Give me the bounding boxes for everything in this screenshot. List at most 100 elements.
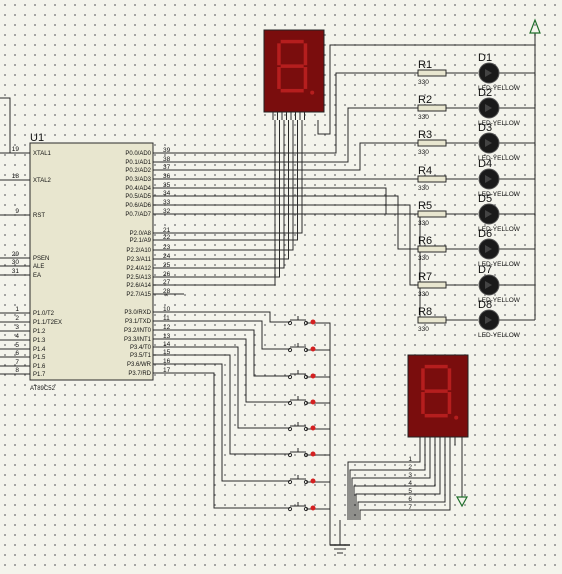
mcu-ref: U1 (30, 132, 44, 144)
display-bottom-pin-number: 2 (408, 464, 412, 471)
display-bottom-segment (447, 368, 452, 391)
mcu-pin-number: 32 (163, 208, 171, 215)
resistor-value: 330 (418, 326, 429, 333)
display-bottom-pin-number: 1 (408, 456, 412, 463)
display-top-segment (277, 67, 281, 89)
led-ref: D1 (478, 52, 492, 64)
mcu-pin-number: 14 (163, 341, 171, 348)
mcu-pin-name: P1.5 (33, 355, 46, 361)
resistor-value: 330 (418, 79, 429, 86)
switch-to-ground-wire (306, 322, 340, 546)
led-ref: D8 (478, 299, 492, 311)
display-bottom-pin-number: 5 (408, 488, 412, 495)
mcu-pin-number: 34 (163, 190, 171, 197)
mcu-pin-name: P0.2/AD2 (125, 168, 151, 174)
mcu-pin-number: 39 (163, 147, 171, 154)
mcu-pin-name: P1.4 (33, 347, 46, 353)
mcu-pin-number: 25 (163, 262, 171, 269)
switch-contact (287, 452, 293, 458)
p3-to-switch-wire (184, 329, 284, 377)
led-ref: D5 (478, 193, 492, 205)
switch-button-icon[interactable] (310, 478, 316, 484)
switch-to-ground-wire (306, 508, 340, 546)
mcu-pin-name: P2.4/A12 (126, 266, 151, 272)
switch-button-icon[interactable] (310, 319, 316, 325)
mcu-pin-name: P2.3/A11 (127, 257, 152, 263)
switch-contact (287, 400, 293, 406)
mcu-pin-number: 15 (163, 349, 171, 356)
switch-button-icon[interactable] (310, 425, 316, 431)
p2-to-display-wire (184, 120, 285, 269)
p2-to-display-wire (184, 120, 289, 260)
mcu-part: AT89C52 (30, 386, 56, 392)
mcu-pin-name: P3.2/INT0 (124, 328, 152, 334)
mcu-pin-number: 10 (163, 306, 171, 313)
bus-to-ground-wire (359, 509, 400, 520)
resistor-value: 330 (418, 220, 429, 227)
display-bottom-segment (421, 392, 425, 414)
mcu-pin-number: 13 (163, 333, 171, 340)
mcu-pin-number: 38 (163, 156, 171, 163)
resistor-ref: R7 (418, 271, 432, 283)
mcu-pin-name: P0.7/AD7 (125, 212, 151, 218)
mcu-pin-number: 29 (12, 251, 20, 258)
p0-to-resistor-wire (184, 195, 418, 250)
switch-contact (287, 426, 293, 432)
mcu-pin-name: P1.0/T2 (33, 311, 55, 317)
mcu-pin-number: 21 (163, 227, 171, 234)
switch-contact (287, 479, 293, 485)
mcu-pin-name: P1.1/T2EX (33, 320, 62, 326)
mcu-pin-number: 30 (12, 259, 20, 266)
mcu-pin-number: 5 (15, 342, 19, 349)
switch-to-ground-wire (306, 402, 340, 546)
switch-contact (287, 347, 293, 353)
switch-contact (287, 374, 293, 380)
switch-button-icon[interactable] (310, 346, 316, 352)
resistor-value: 330 (418, 185, 429, 192)
p3-to-switch-wire (184, 338, 284, 403)
mcu-pin-number: 31 (12, 268, 20, 275)
switch-button-icon[interactable] (310, 373, 316, 379)
switch-button-icon[interactable] (310, 399, 316, 405)
mcu-pin-name: P2.6/A14 (126, 283, 151, 289)
mcu-pin-name: P1.2 (33, 329, 46, 335)
mcu-pin-number: 8 (15, 367, 19, 374)
mcu-pin-number: 24 (163, 253, 171, 260)
mcu-pin-number: 4 (15, 333, 19, 340)
mcu-pin-name: P3.7/RD (128, 371, 151, 377)
mcu-pin-name: XTAL2 (33, 178, 52, 184)
mcu-pin-number: 23 (163, 244, 171, 251)
mcu-pin-number: 19 (12, 146, 20, 153)
power-terminal-icon (529, 18, 541, 34)
switch-to-ground-wire (306, 481, 340, 546)
switch-button-icon[interactable] (310, 505, 316, 511)
mcu-pin-name: P2.5/A13 (126, 275, 151, 281)
mcu-pin-number: 27 (163, 279, 171, 286)
p2-to-display-wire (184, 120, 298, 241)
display-bottom-pin-number: 4 (408, 480, 412, 487)
p2-to-display-wire (184, 120, 280, 278)
mcu-pin-name: P2.7/A15 (126, 292, 151, 298)
display-bottom-pin-number: 3 (408, 472, 412, 479)
resistor-ref: R2 (418, 94, 432, 106)
switch-contact (287, 506, 293, 512)
mcu-pin-name: P0.3/AD3 (125, 177, 151, 183)
xtal-wire (0, 97, 11, 153)
mcu-pin-name: P1.3 (33, 338, 46, 344)
mcu-pin-number: 18 (12, 173, 20, 180)
mcu-pin-name: P3.6/WR (127, 362, 152, 368)
mcu-pin-number: 3 (15, 324, 19, 331)
switch-button-icon[interactable] (310, 451, 316, 457)
bus-to-ground-wire (351, 477, 400, 520)
mcu-pin-number: 6 (15, 350, 19, 357)
mcu-pin-number: 17 (163, 367, 171, 374)
display-bottom-pin-number: 6 (408, 496, 412, 503)
mcu-pin-number: 37 (163, 164, 171, 171)
display-bottom-dp (454, 415, 459, 420)
schematic-canvas: U1AT89C5219XTAL118XTAL29RST29PSEN30ALE31… (0, 18, 541, 554)
mcu-u1[interactable]: U1AT89C5219XTAL118XTAL29RST29PSEN30ALE31… (0, 132, 184, 392)
resistor-ref: R8 (418, 306, 432, 318)
display-bottom-bus (400, 445, 446, 503)
led-ref: D7 (478, 264, 492, 276)
switch-to-ground-wire (306, 454, 340, 546)
